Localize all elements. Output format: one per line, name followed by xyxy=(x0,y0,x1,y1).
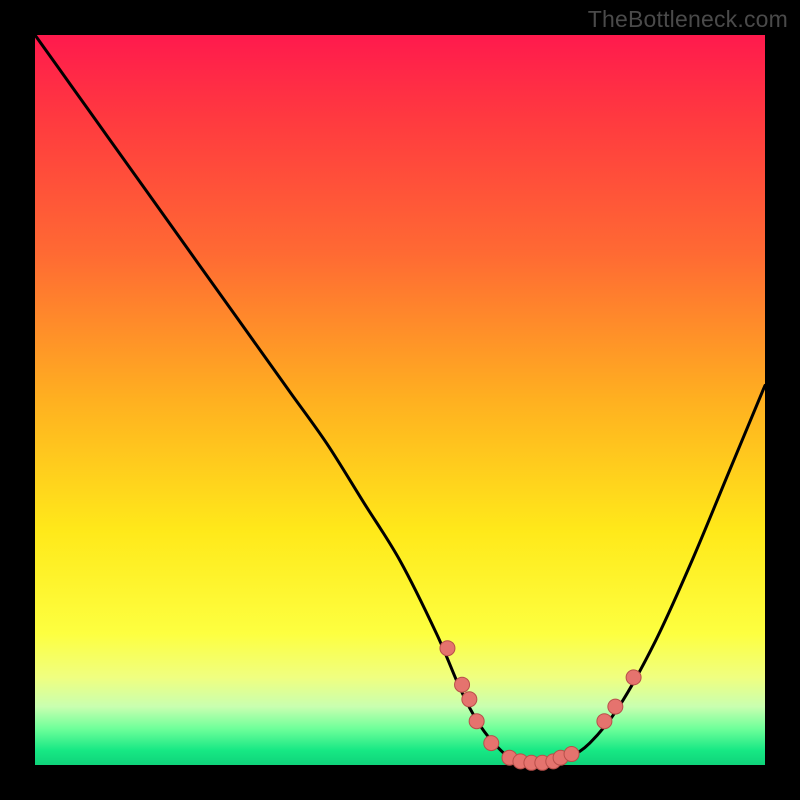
curve-marker xyxy=(597,714,612,729)
chart-frame: TheBottleneck.com xyxy=(0,0,800,800)
curve-marker xyxy=(469,714,484,729)
curve-marker xyxy=(608,699,623,714)
plot-area xyxy=(35,35,765,765)
curve-marker xyxy=(564,747,579,762)
bottleneck-curve xyxy=(35,35,765,766)
curve-marker xyxy=(484,736,499,751)
curve-marker xyxy=(455,677,470,692)
curve-marker xyxy=(462,692,477,707)
curve-marker xyxy=(440,641,455,656)
watermark-text: TheBottleneck.com xyxy=(588,6,788,33)
chart-svg xyxy=(35,35,765,765)
curve-markers xyxy=(440,641,641,771)
curve-marker xyxy=(626,670,641,685)
